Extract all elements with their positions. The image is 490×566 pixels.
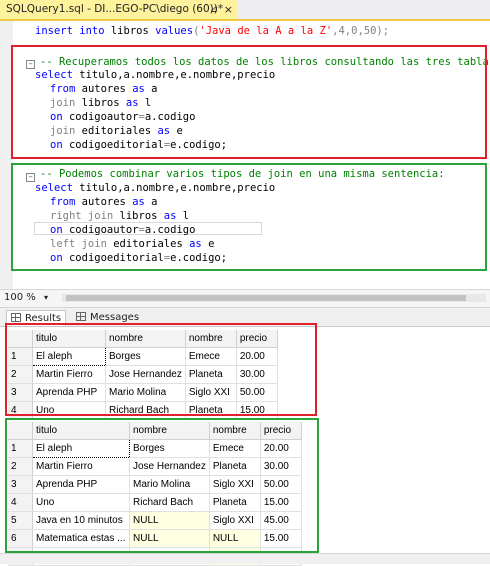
tab-title: SQLQuery1.sql - DI...EGO-PC\diego (60))* xyxy=(6,3,224,15)
scrollbar-thumb[interactable] xyxy=(66,295,466,301)
pin-icon[interactable]: ⊿ xyxy=(210,0,218,19)
chevron-down-icon: ▾ xyxy=(44,293,49,302)
zoom-dropdown[interactable]: 100 % ▾ xyxy=(4,291,59,305)
zoom-bar: 100 % ▾ xyxy=(0,289,490,308)
annotation-box-query1 xyxy=(11,45,487,159)
grid-icon xyxy=(11,313,21,322)
annotation-box-result1 xyxy=(5,323,317,416)
tab-messages-label: Messages xyxy=(90,312,140,323)
editor-horizontal-scrollbar[interactable] xyxy=(62,294,486,302)
query-document-tab[interactable]: SQLQuery1.sql - DI...EGO-PC\diego (60))*… xyxy=(0,0,238,19)
zoom-value: 100 % xyxy=(4,292,36,303)
results-horizontal-scrollbar[interactable] xyxy=(0,553,490,564)
annotation-box-query2 xyxy=(11,163,487,271)
code-line-insert: insert into libros values('Java de la A … xyxy=(35,25,390,37)
document-tab-bar: SQLQuery1.sql - DI...EGO-PC\diego (60))*… xyxy=(0,0,490,21)
annotation-box-result2 xyxy=(5,418,319,553)
messages-icon xyxy=(76,312,86,321)
close-icon[interactable]: × xyxy=(224,0,233,19)
